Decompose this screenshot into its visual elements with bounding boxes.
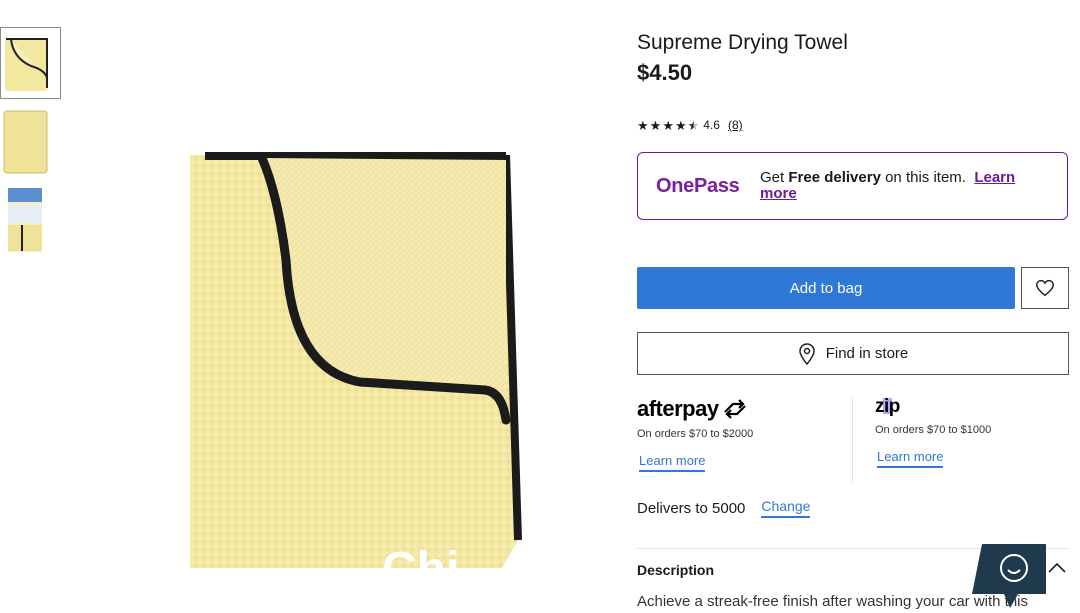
rating-value: 4.6 — [703, 118, 720, 132]
add-to-bag-button[interactable]: Add to bag — [637, 267, 1015, 309]
onepass-text-bold: Free delivery — [788, 169, 881, 186]
product-price: $4.50 — [637, 60, 693, 85]
onepass-text-prefix: Get — [760, 169, 789, 186]
delivery-text: Delivers to 5000 — [637, 499, 746, 517]
zip-section: zip On orders $70 to $1000 Learn more — [875, 396, 1065, 468]
find-in-store-button[interactable]: Find in store — [637, 332, 1069, 375]
image-overlay-text: Chi — [382, 543, 459, 590]
star-icon: ★ — [637, 117, 649, 133]
afterpay-learn-more-link[interactable]: Learn more — [639, 453, 706, 472]
star-icon: ★ — [674, 117, 687, 133]
product-title: Supreme Drying Towel — [637, 31, 848, 54]
onepass-banner: OnePass Get Free delivery on this item. … — [637, 152, 1068, 220]
delivery-info: Delivers to 5000 Change — [637, 498, 811, 518]
payment-divider — [852, 397, 853, 483]
thumbnail-2[interactable] — [0, 107, 61, 179]
change-postcode-link[interactable]: Change — [761, 498, 811, 518]
product-rating: ★ ★ ★ ★ ★ 4.6 (8) — [637, 118, 743, 132]
star-icon: ★ — [649, 117, 662, 133]
rating-count-link[interactable]: (8) — [728, 118, 743, 132]
half-star-icon: ★ — [687, 117, 700, 133]
zip-logo: zip — [875, 396, 1065, 418]
thumbnail-3[interactable] — [0, 185, 61, 257]
heart-icon — [1036, 279, 1054, 297]
afterpay-section: afterpay On orders $70 to $2000 Learn mo… — [637, 396, 852, 472]
chevron-up-icon[interactable] — [1047, 561, 1067, 575]
star-icon: ★ — [662, 117, 674, 133]
zip-subtitle: On orders $70 to $1000 — [875, 424, 992, 436]
description-heading[interactable]: Description — [637, 562, 714, 578]
onepass-message: Get Free delivery on this item. Learn mo… — [760, 170, 1040, 202]
afterpay-logo-text: afterpay — [637, 396, 719, 421]
product-main-image: Chi — [150, 120, 570, 596]
description-text: Achieve a streak-free finish after washi… — [637, 593, 1029, 610]
rating-stars: ★ ★ ★ ★ ★ — [637, 119, 699, 132]
thumbnail-1[interactable] — [0, 27, 61, 99]
afterpay-subtitle: On orders $70 to $2000 — [637, 428, 754, 440]
zip-learn-more-link[interactable]: Learn more — [877, 449, 944, 468]
wishlist-button[interactable] — [1021, 267, 1069, 309]
find-in-store-label: Find in store — [825, 345, 909, 362]
location-pin-icon — [798, 342, 815, 365]
afterpay-logo: afterpay — [637, 396, 852, 422]
chat-support-button[interactable] — [972, 544, 1046, 608]
afterpay-arrows-icon — [723, 399, 746, 419]
onepass-logo: OnePass — [656, 174, 740, 197]
onepass-text-suffix: on this item. — [880, 169, 966, 186]
zip-logo-text: zip — [875, 396, 900, 417]
